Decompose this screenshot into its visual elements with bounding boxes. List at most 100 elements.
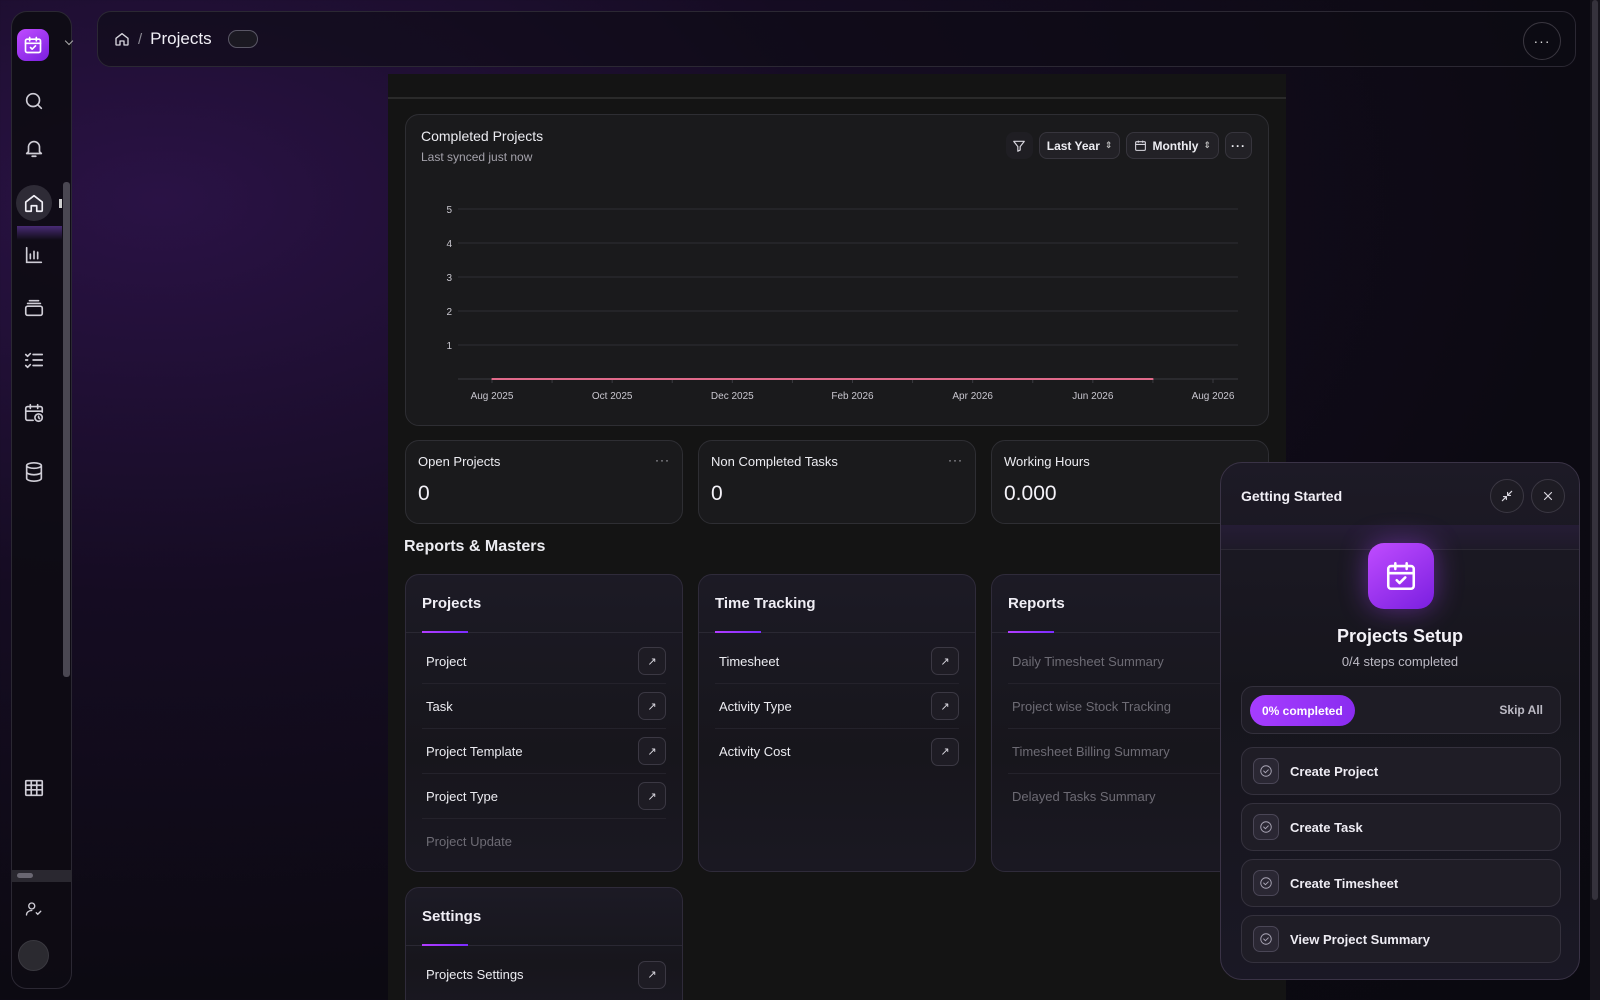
data-point: [1152, 378, 1154, 380]
getting-started-panel: Getting Started Projects Setup 0/4 steps…: [1220, 462, 1580, 980]
ellipsis-icon: ···: [1533, 33, 1551, 49]
setup-name: Projects Setup: [1336, 626, 1464, 646]
list-item-label: Daily Timesheet Summary: [1012, 653, 1164, 669]
sidebar-notifications[interactable]: [17, 131, 51, 165]
list-item-label: Project wise Stock Tracking: [1012, 698, 1171, 714]
data-point: [491, 378, 493, 380]
setup-step[interactable]: Create Timesheet: [1241, 859, 1561, 907]
step-check-icon: [1253, 814, 1279, 840]
list-item[interactable]: Project Type ↗: [422, 774, 666, 819]
stat-label: Open Projects: [418, 454, 501, 469]
list-item-label: Activity Type: [719, 698, 792, 714]
home-icon[interactable]: [114, 31, 130, 47]
stat-value: 0: [418, 482, 430, 505]
open-link-icon[interactable]: ↗: [638, 782, 666, 810]
section-heading: Reports & Masters: [404, 538, 546, 555]
list-item-label: Project Template: [426, 743, 523, 759]
calendar-clock-icon: [24, 403, 44, 423]
open-link-icon[interactable]: ↗: [931, 647, 959, 675]
panel-title: Reports: [1008, 595, 1065, 612]
list-item-label: Timesheet: [719, 653, 780, 669]
list-item[interactable]: Activity Cost ↗: [715, 729, 959, 774]
list-item[interactable]: Timesheet ↗: [715, 639, 959, 684]
setup-progress: 0% completed Skip All: [1241, 686, 1561, 734]
sidebar-item-reports[interactable]: [17, 238, 51, 272]
calendar-check-icon: [24, 36, 42, 54]
panel-projects: Projects Project ↗ Task ↗ Project Template ↗ P…: [405, 574, 683, 872]
x-tick-label: Feb 2026: [831, 391, 874, 402]
open-link-icon[interactable]: ↗: [638, 647, 666, 675]
sidebar-item-user[interactable]: [17, 892, 51, 926]
open-link-icon[interactable]: ↗: [638, 692, 666, 720]
x-tick-label: Dec 2025: [711, 391, 754, 402]
close-icon: [1543, 491, 1553, 501]
list-item[interactable]: Task ↗: [422, 684, 666, 729]
top-bar: / Projects ···: [97, 11, 1576, 67]
data-point: [731, 378, 734, 380]
setup-step[interactable]: Create Task: [1241, 803, 1561, 851]
skip-all-button[interactable]: Skip All: [1499, 703, 1543, 717]
list-item[interactable]: Activity Type ↗: [715, 684, 959, 729]
list-item[interactable]: Project Template ↗: [422, 729, 666, 774]
title-toggle[interactable]: [227, 30, 258, 48]
data-point: [1031, 378, 1034, 380]
panel-title: Time Tracking: [715, 595, 816, 612]
panel-time-tracking: Time Tracking Timesheet ↗ Activity Type ↗ Ac…: [698, 574, 976, 872]
breadcrumb: / Projects: [114, 29, 258, 49]
y-tick-label: 1: [446, 341, 452, 352]
x-tick-label: Jun 2026: [1072, 391, 1114, 402]
open-link-icon[interactable]: ↗: [931, 692, 959, 720]
projects-setup-logo: [1368, 543, 1434, 609]
close-button[interactable]: [1531, 479, 1565, 513]
stat-menu-button[interactable]: ···: [948, 453, 963, 467]
stack-icon: [24, 299, 44, 317]
user-check-icon: [25, 902, 42, 916]
panel-items: Projects Settings ↗: [406, 946, 682, 997]
more-options-button[interactable]: ···: [1523, 22, 1561, 60]
panel-items: Timesheet ↗ Activity Type ↗ Activity Cost ↗: [699, 633, 975, 774]
minimize-button[interactable]: [1490, 479, 1524, 513]
data-point: [1092, 378, 1094, 380]
app-logo[interactable]: [17, 29, 49, 61]
data-point: [971, 378, 974, 380]
open-link-icon[interactable]: ↗: [638, 960, 666, 989]
data-point: [671, 378, 674, 380]
sidebar-item-tasks[interactable]: [17, 343, 51, 377]
sidebar-item-timesheet[interactable]: [17, 396, 51, 430]
sidebar-item-table[interactable]: [17, 771, 51, 805]
sidebar-item-stack[interactable]: [17, 291, 51, 325]
home-icon: [24, 194, 44, 213]
panel-title-underline: [1008, 631, 1054, 633]
database-icon: [25, 462, 43, 482]
table-icon: [24, 779, 44, 797]
stat-label: Non Completed Tasks: [711, 454, 838, 469]
setup-step[interactable]: View Project Summary: [1241, 915, 1561, 963]
page-scrollbar[interactable]: [1590, 0, 1600, 1000]
sidebar-horizontal-scrollbar[interactable]: [17, 873, 33, 878]
sidebar-item-home[interactable]: [16, 185, 52, 221]
list-item: Timesheet Billing Summary: [1008, 729, 1252, 774]
sidebar-scrollbar[interactable]: [63, 182, 70, 677]
sidebar-search[interactable]: [17, 84, 51, 118]
y-tick-label: 3: [446, 273, 452, 284]
open-link-icon[interactable]: ↗: [931, 737, 959, 766]
list-item[interactable]: Projects Settings ↗: [422, 952, 666, 997]
open-link-icon[interactable]: ↗: [638, 737, 666, 765]
step-label: Create Task: [1290, 819, 1363, 835]
page-scrollbar-thumb[interactable]: [1592, 0, 1598, 900]
step-label: Create Timesheet: [1290, 875, 1399, 891]
step-check-icon: [1253, 926, 1279, 952]
completed-projects-chart: 1 2 3 4 5 Aug 2025 Oct 2025 Dec 2025 Feb 2026 Apr…: [446, 205, 1238, 402]
setup-step[interactable]: Create Project: [1241, 747, 1561, 795]
x-tick-label: Aug 2025: [471, 391, 514, 402]
list-item[interactable]: Project ↗: [422, 639, 666, 684]
getting-started-header: Getting Started: [1221, 463, 1579, 550]
avatar[interactable]: [18, 940, 49, 971]
y-tick-label: 5: [446, 205, 452, 216]
panel-settings: Settings Projects Settings ↗: [405, 887, 683, 1000]
y-tick-label: 2: [446, 307, 452, 318]
stat-menu-button[interactable]: ···: [655, 453, 670, 467]
x-tick-label: Apr 2026: [952, 391, 993, 402]
sidebar-item-database[interactable]: [17, 455, 51, 489]
main-divider: [388, 97, 1286, 99]
